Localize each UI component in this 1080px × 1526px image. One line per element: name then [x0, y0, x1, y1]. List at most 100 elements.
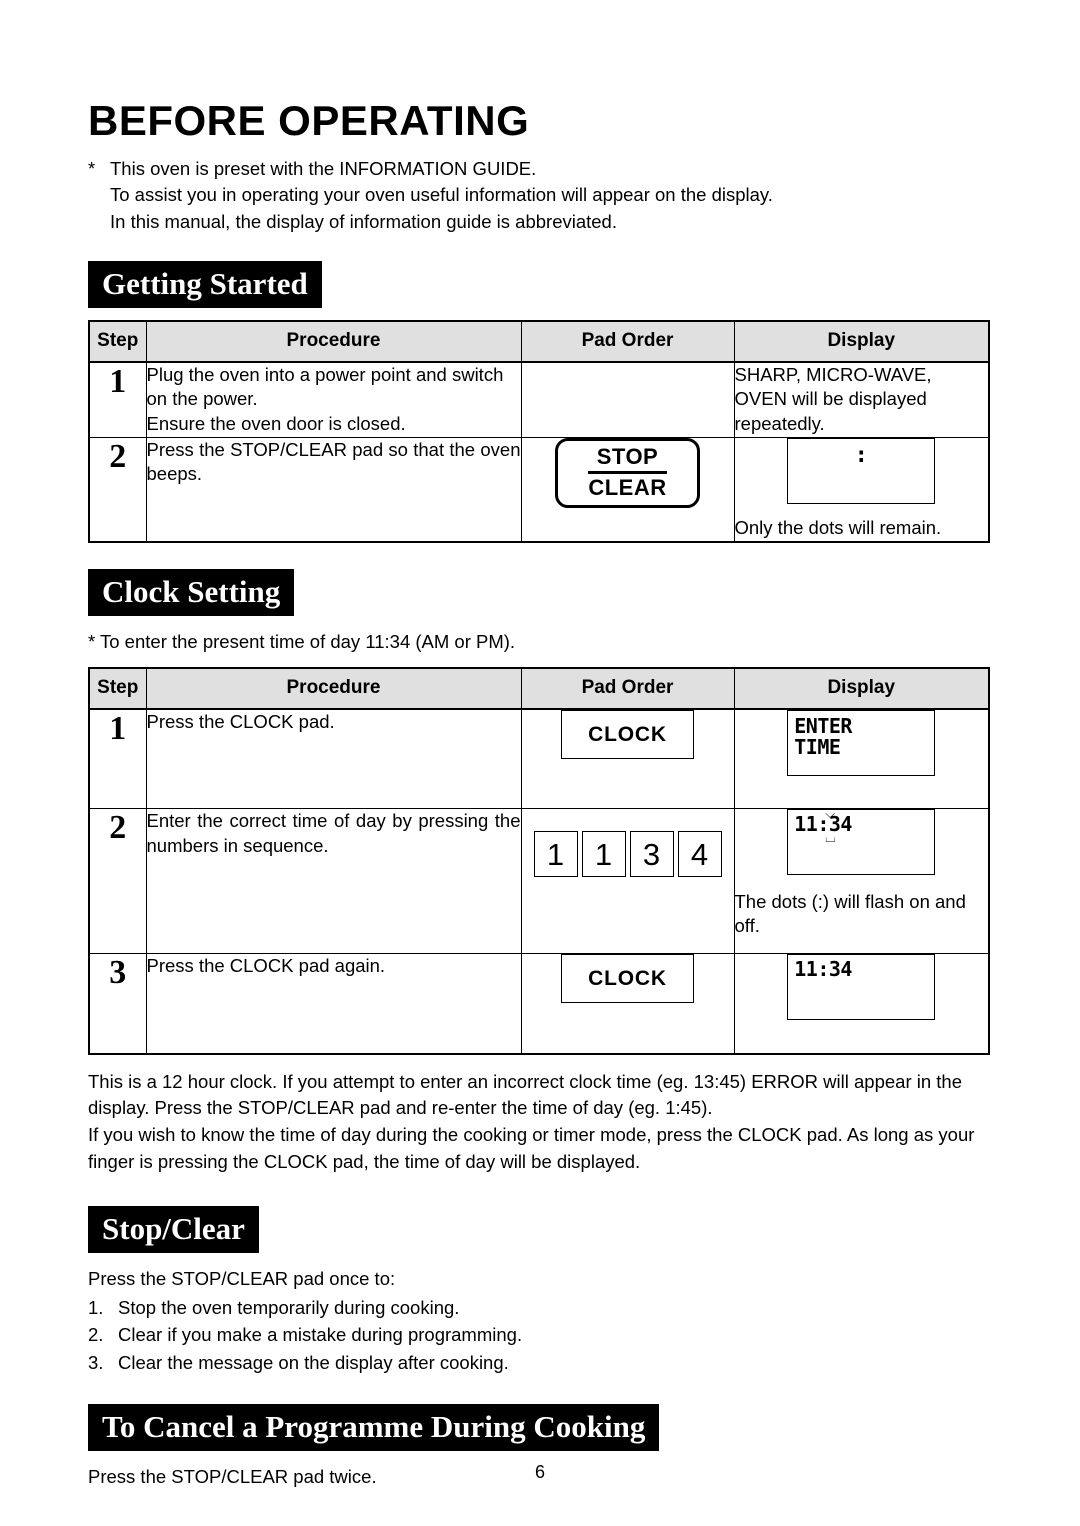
clock-pad[interactable]: CLOCK [561, 954, 694, 1004]
list-item-number: 3. [88, 1351, 104, 1373]
page-number: 6 [534, 1462, 545, 1482]
clock-notes: This is a 12 hour clock. If you attempt … [88, 1069, 990, 1176]
table-header-row: Step Procedure Pad Order Display [88, 667, 990, 710]
step-number: 2 [88, 436, 147, 543]
clear-label: CLEAR [588, 474, 667, 500]
number-pad-key[interactable]: 1 [533, 831, 578, 878]
display-text: SHARP, MICRO-WAVE, OVEN will be displaye… [733, 361, 990, 438]
procedure-line: Press the STOP/CLEAR pad so that the ove… [146, 438, 521, 485]
procedure-line: Plug the oven into a power point and swi… [146, 363, 504, 385]
col-header-display: Display [733, 667, 990, 710]
stop-label: STOP [588, 445, 667, 474]
lcd-line-2: TIME [794, 734, 841, 759]
procedure-text: Press the CLOCK pad. [145, 708, 522, 810]
number-pad-key[interactable]: 3 [629, 831, 674, 878]
intro-line-3: In this manual, the display of informati… [110, 210, 617, 232]
display-caption: The dots (:) will flash on and off. [734, 890, 966, 937]
clock-note-2: If you wish to know the time of day duri… [88, 1124, 975, 1173]
table-row: 1 Plug the oven into a power point and s… [88, 361, 990, 438]
col-header-pad-order: Pad Order [520, 320, 735, 363]
table-row: 2 Enter the correct time of day by press… [88, 808, 990, 955]
section-banner-cancel-programme: To Cancel a Programme During Cooking [88, 1403, 660, 1451]
lcd-display-time: 11:34 [787, 954, 936, 1021]
cancel-programme-banner-wrap: To Cancel a Programme During Cooking [88, 1403, 990, 1451]
table-row: 2 Press the STOP/CLEAR pad so that the o… [88, 436, 990, 543]
stop-clear-list: 1. Stop the oven temporarily during cook… [88, 1294, 990, 1376]
col-header-step: Step [88, 667, 147, 710]
flash-indicator-up-icon: ⌵ [825, 809, 836, 823]
stop-clear-pad[interactable]: STOP CLEAR [555, 437, 700, 508]
display-line: repeatedly. [734, 412, 825, 434]
number-pad-key[interactable]: 4 [677, 831, 722, 878]
display-cell: ENTER TIME [733, 708, 990, 810]
number-pad-key[interactable]: 1 [581, 831, 626, 878]
procedure-line: Press the CLOCK pad again. [146, 955, 386, 977]
table-row: 3 Press the CLOCK pad again. CLOCK 11:34 [88, 953, 990, 1055]
col-header-procedure: Procedure [145, 667, 522, 710]
display-line: OVEN will be displayed [734, 388, 927, 410]
intro-note: * This oven is preset with the INFORMATI… [88, 156, 990, 235]
pad-order-cell: 1 1 3 4 [520, 808, 735, 955]
number-pad-sequence: 1 1 3 4 [522, 831, 734, 878]
pad-order-empty [520, 361, 735, 438]
clock-setting-banner-wrap: Clock Setting [88, 568, 990, 616]
display-cell: : Only the dots will remain. [733, 436, 990, 543]
col-header-step: Step [88, 320, 147, 363]
stop-clear-intro: Press the STOP/CLEAR pad once to: [88, 1267, 396, 1289]
procedure-text: Enter the correct time of day by pressin… [145, 808, 522, 955]
step-number: 2 [88, 808, 147, 955]
section-banner-stop-clear: Stop/Clear [88, 1205, 259, 1253]
col-header-pad-order: Pad Order [520, 667, 735, 710]
page-content: BEFORE OPERATING * This oven is preset w… [88, 0, 990, 1490]
lcd-display-time-flashing: 11:34 ⌵ ⌴ [787, 809, 936, 876]
col-header-display: Display [733, 320, 990, 363]
clock-pad[interactable]: CLOCK [561, 709, 694, 759]
list-item: 2. Clear if you make a mistake during pr… [88, 1321, 990, 1348]
stop-clear-banner-wrap: Stop/Clear [88, 1205, 990, 1253]
list-item: 1. Stop the oven temporarily during cook… [88, 1294, 990, 1321]
display-cell: 11:34 [733, 953, 990, 1055]
getting-started-table: Step Procedure Pad Order Display 1 Plug … [88, 319, 990, 543]
page-title: BEFORE OPERATING [88, 97, 530, 144]
pad-order-cell: CLOCK [520, 953, 735, 1055]
procedure-text: Press the STOP/CLEAR pad so that the ove… [145, 436, 522, 543]
pad-order-cell: STOP CLEAR [520, 436, 735, 543]
display-cell: 11:34 ⌵ ⌴ The dots (:) will flash on and… [733, 808, 990, 955]
list-item-text: Clear the message on the display after c… [118, 1351, 509, 1373]
procedure-line: Press the CLOCK pad. [146, 710, 335, 732]
table-row: 1 Press the CLOCK pad. CLOCK ENTER TIME [88, 708, 990, 810]
procedure-line: on the power. [146, 388, 258, 410]
section-banner-getting-started: Getting Started [88, 260, 322, 308]
procedure-line: Ensure the oven door is closed. [146, 412, 406, 434]
flash-indicator-down-icon: ⌴ [825, 831, 836, 847]
intro-line-2: To assist you in operating your oven use… [110, 184, 773, 206]
lcd-display-dots: : [787, 437, 936, 504]
step-number: 3 [88, 953, 147, 1055]
list-item-number: 2. [88, 1324, 104, 1346]
table-header-row: Step Procedure Pad Order Display [88, 320, 990, 363]
intro-line-1: This oven is preset with the INFORMATION… [110, 158, 537, 179]
bullet-star: * [88, 158, 96, 179]
clock-setting-note: * To enter the present time of day 11:34… [88, 630, 516, 652]
step-number: 1 [88, 361, 147, 438]
section-banner-clock-setting: Clock Setting [88, 568, 295, 616]
procedure-text: Press the CLOCK pad again. [145, 953, 522, 1055]
display-caption: Only the dots will remain. [734, 517, 942, 539]
lcd-display-enter-time: ENTER TIME [787, 709, 936, 776]
clock-note-1: This is a 12 hour clock. If you attempt … [88, 1070, 962, 1119]
list-item-number: 1. [88, 1296, 104, 1318]
procedure-text: Plug the oven into a power point and swi… [145, 361, 522, 438]
list-item-text: Clear if you make a mistake during progr… [118, 1324, 523, 1346]
procedure-line: Enter the correct time of day by pressin… [146, 810, 521, 856]
pad-order-cell: CLOCK [520, 708, 735, 810]
clock-setting-table: Step Procedure Pad Order Display 1 Press… [88, 666, 990, 1055]
getting-started-banner-wrap: Getting Started [88, 260, 990, 308]
col-header-procedure: Procedure [145, 320, 522, 363]
step-number: 1 [88, 708, 147, 810]
lcd-text: 11:34 [794, 957, 852, 982]
list-item: 3. Clear the message on the display afte… [88, 1349, 990, 1376]
list-item-text: Stop the oven temporarily during cooking… [118, 1296, 460, 1318]
lcd-dots-text: : [854, 442, 868, 468]
display-line: SHARP, MICRO-WAVE, [734, 363, 932, 385]
lcd-text: 11:34 [794, 812, 852, 837]
